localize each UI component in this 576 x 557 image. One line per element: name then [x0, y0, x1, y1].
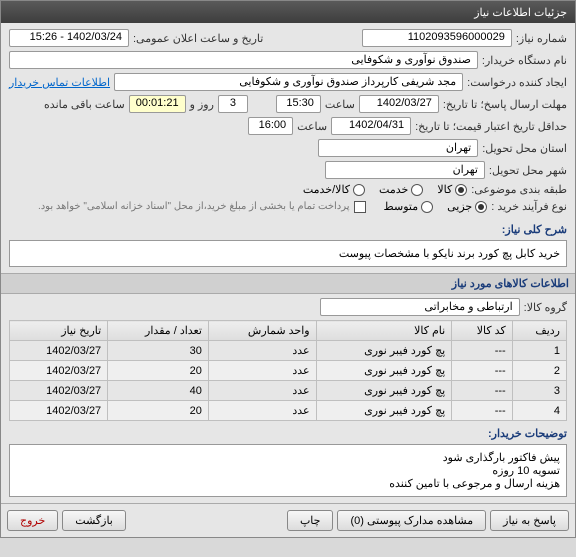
category-radio-group: کالا خدمت کالا/خدمت [303, 183, 467, 196]
delivery-city-label: شهر محل تحویل: [489, 164, 567, 177]
notes-line-1: پیش فاکتور بارگذاری شود [16, 451, 560, 464]
type-partial[interactable]: جزیی [447, 200, 487, 213]
col-qty[interactable]: تعداد / مقدار [108, 321, 209, 341]
table-row[interactable]: 1---پچ کورد فیبر نوریعدد301402/03/27 [10, 341, 567, 361]
need-no-label: شماره نیاز: [516, 32, 567, 45]
cell-unit: عدد [208, 341, 316, 361]
notes-line-2: تسویه 10 روزه [16, 464, 560, 477]
cell-date: 1402/03/27 [10, 341, 108, 361]
buyer-value: صندوق نوآوری و شکوفایی [9, 51, 478, 69]
cell-n: 3 [512, 381, 566, 401]
cell-name: پچ کورد فیبر نوری [316, 341, 452, 361]
creator-label: ایجاد کننده درخواست: [467, 76, 567, 89]
announce-value: 1402/03/24 - 15:26 [9, 29, 129, 47]
cell-n: 4 [512, 401, 566, 421]
cell-unit: عدد [208, 401, 316, 421]
print-button[interactable]: چاپ [287, 510, 334, 531]
type-radio-group: جزیی متوسط [384, 200, 488, 213]
cell-name: پچ کورد فیبر نوری [316, 361, 452, 381]
col-unit[interactable]: واحد شمارش [208, 321, 316, 341]
items-table: ردیف کد کالا نام کالا واحد شمارش تعداد /… [9, 320, 567, 421]
col-code[interactable]: کد کالا [452, 321, 512, 341]
cell-date: 1402/03/27 [10, 381, 108, 401]
cell-code: --- [452, 361, 512, 381]
table-row[interactable]: 4---پچ کورد فیبر نوریعدد201402/03/27 [10, 401, 567, 421]
delivery-state: تهران [318, 139, 478, 157]
radio-icon [353, 184, 365, 196]
cell-code: --- [452, 341, 512, 361]
cell-unit: عدد [208, 381, 316, 401]
category-label: طبقه بندی موضوعی: [471, 183, 567, 196]
delivery-city: تهران [325, 161, 485, 179]
type-mid-label: متوسط [384, 200, 419, 213]
cell-n: 1 [512, 341, 566, 361]
attachments-button[interactable]: مشاهده مدارک پیوستی (0) [337, 510, 486, 531]
valid-date: 1402/04/31 [331, 117, 411, 135]
hour-label-1: ساعت [325, 98, 355, 111]
cell-date: 1402/03/27 [10, 401, 108, 421]
category-khadamat-label: خدمت [379, 183, 408, 196]
payment-note: پرداخت تمام یا بخشی از مبلغ خرید،از محل … [38, 201, 350, 212]
cell-qty: 40 [108, 381, 209, 401]
table-row[interactable]: 2---پچ کورد فیبر نوریعدد201402/03/27 [10, 361, 567, 381]
radio-icon [455, 184, 467, 196]
title-text: جزئیات اطلاعات نیاز [474, 7, 567, 19]
creator-value: مجد شریفی کارپرداز صندوق نوآوری و شکوفای… [114, 73, 463, 91]
col-date[interactable]: تاریخ نیاز [10, 321, 108, 341]
radio-icon [421, 201, 433, 213]
category-khadamat[interactable]: خدمت [379, 183, 423, 196]
deadline-date: 1402/03/27 [359, 95, 439, 113]
announce-label: تاریخ و ساعت اعلان عمومی: [133, 32, 263, 45]
summary-label: شرح کلی نیاز: [502, 223, 567, 236]
items-section-title: اطلاعات کالاهای مورد نیاز [1, 273, 575, 294]
cell-code: --- [452, 381, 512, 401]
category-kala-label: کالا [437, 183, 452, 196]
type-mid[interactable]: متوسط [384, 200, 434, 213]
buyer-label: نام دستگاه خریدار: [482, 54, 567, 67]
valid-time: 16:00 [248, 117, 293, 135]
notes-box: پیش فاکتور بارگذاری شود تسویه 10 روزه هز… [9, 444, 567, 497]
days-left: 3 [218, 95, 248, 113]
table-row[interactable]: 3---پچ کورد فیبر نوریعدد401402/03/27 [10, 381, 567, 401]
cell-date: 1402/03/27 [10, 361, 108, 381]
category-both-label: کالا/خدمت [303, 183, 350, 196]
category-kala[interactable]: کالا [437, 183, 467, 196]
notes-line-3: هزینه ارسال و مرجوعی با تامین کننده [16, 477, 560, 490]
type-partial-label: جزیی [447, 200, 472, 213]
notes-label: توضیحات خریدار: [488, 427, 567, 440]
col-row[interactable]: ردیف [512, 321, 566, 341]
cell-code: --- [452, 401, 512, 421]
payment-checkbox[interactable] [354, 201, 366, 213]
deadline-label: مهلت ارسال پاسخ؛ تا تاریخ: [443, 98, 567, 111]
delivery-state-label: استان محل تحویل: [482, 142, 567, 155]
cell-name: پچ کورد فیبر نوری [316, 401, 452, 421]
time-left: 00:01:21 [129, 95, 186, 113]
hour-label-2: ساعت [297, 120, 327, 133]
type-label: نوع فرآیند خرید : [491, 200, 567, 213]
summary-box: خرید کابل پچ کورد برند نایکو با مشخصات پ… [9, 240, 567, 267]
col-name[interactable]: نام کالا [316, 321, 452, 341]
contact-link[interactable]: اطلاعات تماس خریدار [9, 76, 110, 89]
days-left-label: روز و [190, 98, 214, 111]
need-no-value: 1102093596000029 [362, 29, 512, 47]
cell-unit: عدد [208, 361, 316, 381]
deadline-time: 15:30 [276, 95, 321, 113]
cell-n: 2 [512, 361, 566, 381]
radio-icon [411, 184, 423, 196]
valid-label: حداقل تاریخ اعتبار قیمت؛ تا تاریخ: [415, 120, 567, 133]
time-left-label: ساعت باقی مانده [44, 98, 125, 111]
cell-name: پچ کورد فیبر نوری [316, 381, 452, 401]
group-value: ارتباطی و مخابراتی [320, 298, 520, 316]
category-both[interactable]: کالا/خدمت [303, 183, 365, 196]
cell-qty: 20 [108, 361, 209, 381]
radio-icon [475, 201, 487, 213]
cell-qty: 30 [108, 341, 209, 361]
exit-button[interactable]: خروج [7, 510, 58, 531]
summary-text: خرید کابل پچ کورد برند نایکو با مشخصات پ… [339, 248, 560, 260]
back-button[interactable]: بازگشت [62, 510, 126, 531]
reply-button[interactable]: پاسخ به نیاز [490, 510, 569, 531]
title-bar: جزئیات اطلاعات نیاز [1, 1, 575, 23]
group-label: گروه کالا: [524, 301, 567, 314]
cell-qty: 20 [108, 401, 209, 421]
